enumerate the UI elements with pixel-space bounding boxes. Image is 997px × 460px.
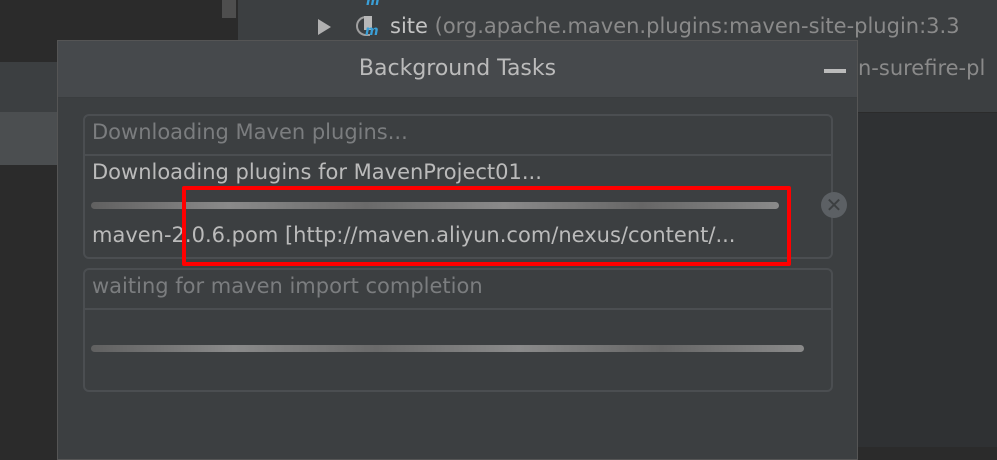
plugin-name: site bbox=[390, 14, 428, 38]
progress-bar bbox=[91, 345, 804, 352]
dialog-title: Background Tasks bbox=[358, 56, 557, 81]
highlight-annotation-box bbox=[182, 186, 791, 266]
cancel-task-button[interactable]: ✕ bbox=[821, 192, 847, 218]
dialog-titlebar[interactable]: Background Tasks bbox=[58, 41, 857, 98]
expand-triangle-icon[interactable] bbox=[318, 19, 331, 35]
plugin-coordinates: (org.apache.maven.plugins:maven-site-plu… bbox=[434, 14, 960, 38]
maven-plugin-icon: m bbox=[354, 14, 379, 42]
task-header: waiting for maven import completion bbox=[85, 270, 831, 310]
task-text: Downloading plugins for MavenProject01..… bbox=[92, 160, 542, 184]
tree-row-site[interactable]: site (org.apache.maven.plugins:maven-sit… bbox=[390, 14, 960, 38]
task-header: Downloading Maven plugins... bbox=[85, 116, 831, 156]
task-panel-waiting: waiting for maven import completion bbox=[83, 268, 833, 392]
tree-row-surefire[interactable]: n-surefire-pl bbox=[858, 56, 985, 80]
maven-plugin-icon: m bbox=[366, 0, 380, 9]
scrollbar[interactable] bbox=[222, 0, 236, 18]
minimize-button[interactable] bbox=[824, 69, 846, 73]
